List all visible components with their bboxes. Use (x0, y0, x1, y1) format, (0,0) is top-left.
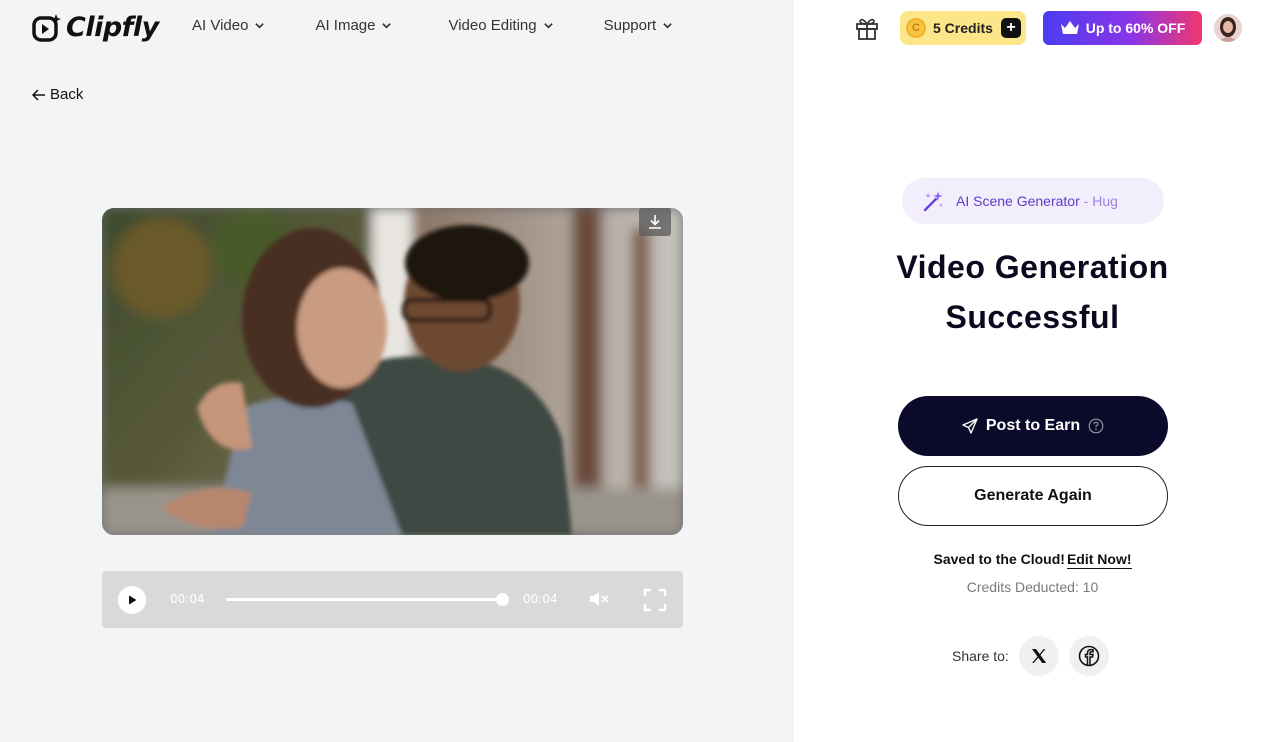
nav-item-label: Support (603, 17, 657, 34)
tag-separator: - (1083, 193, 1089, 209)
share-label: Share to: (952, 648, 1009, 664)
seek-bar[interactable] (226, 593, 509, 606)
fullscreen-icon[interactable] (643, 588, 667, 612)
nav-item-label: Video Editing (448, 17, 537, 34)
credits-badge[interactable]: C 5 Credits + (900, 11, 1026, 45)
download-icon (649, 215, 661, 229)
nav-item-ai-video[interactable]: AI Video (192, 17, 265, 34)
share-facebook-button[interactable] (1068, 636, 1109, 676)
post-to-earn-button[interactable]: Post to Earn (898, 396, 1168, 456)
edit-now-link[interactable]: Edit Now! (1066, 551, 1132, 569)
chevron-down-icon (543, 23, 553, 29)
help-icon[interactable] (1088, 418, 1104, 434)
mute-icon[interactable] (588, 589, 610, 609)
generator-tag: AI Scene Generator - Hug (902, 178, 1164, 224)
crown-icon (1060, 21, 1079, 34)
share-x-button[interactable] (1018, 636, 1059, 676)
nav-item-label: AI Video (192, 17, 249, 34)
nav-item-label: AI Image (315, 17, 376, 34)
tag-name: AI Scene Generator (956, 193, 1080, 209)
share-row: Share to: (952, 636, 1109, 676)
saved-status: Saved to the Cloud! Edit Now! (794, 551, 1264, 569)
title-line-2: Successful (945, 299, 1120, 335)
current-time: 00:04 (170, 592, 205, 606)
chevron-down-icon (663, 23, 672, 29)
post-to-earn-label: Post to Earn (985, 417, 1081, 434)
avatar[interactable] (1214, 14, 1242, 42)
generate-again-label: Generate Again (974, 487, 1092, 504)
duration: 00:04 (523, 592, 558, 606)
magic-wand-icon (923, 191, 943, 212)
clipfly-logo[interactable]: Clipfly (32, 12, 159, 43)
chevron-down-icon (255, 23, 265, 29)
back-label: Back (50, 86, 84, 103)
tag-text: AI Scene Generator - Hug (956, 193, 1118, 209)
result-panel: C 5 Credits + Up to 60% OFF AI Scene Gen… (794, 0, 1264, 742)
tag-scene: Hug (1092, 193, 1118, 209)
coin-icon: C (906, 18, 926, 38)
seek-thumb[interactable] (496, 593, 509, 606)
gift-icon[interactable] (854, 15, 880, 41)
generate-again-button[interactable]: Generate Again (898, 466, 1168, 526)
preview-pane: Clipfly AI Video AI Image Video Editing … (0, 0, 794, 742)
facebook-icon (1078, 645, 1100, 667)
play-icon (129, 595, 137, 605)
promo-button[interactable]: Up to 60% OFF (1043, 11, 1202, 45)
logo-text: Clipfly (66, 12, 159, 43)
send-icon (962, 418, 978, 434)
seek-bar-fill (226, 598, 502, 601)
add-credits-button[interactable]: + (1001, 18, 1021, 38)
chevron-down-icon (382, 23, 392, 29)
x-twitter-icon (1031, 649, 1047, 663)
play-button[interactable] (118, 586, 146, 614)
arrow-left-icon (32, 88, 45, 101)
video-controls: 00:04 00:04 (102, 571, 683, 628)
back-link[interactable]: Back (32, 86, 83, 103)
page-title: Video Generation Successful (794, 242, 1264, 342)
video-frame-image (102, 208, 683, 535)
promo-label: Up to 60% OFF (1085, 20, 1186, 36)
download-button[interactable] (639, 208, 671, 236)
credits-label: 5 Credits (933, 20, 993, 36)
main-nav: AI Video AI Image Video Editing Support (192, 17, 673, 34)
title-line-1: Video Generation (896, 249, 1169, 285)
video-preview[interactable] (102, 208, 683, 535)
clipfly-logo-icon (32, 13, 62, 43)
saved-text: Saved to the Cloud! (933, 551, 1065, 567)
nav-item-video-editing[interactable]: Video Editing (448, 17, 553, 34)
nav-item-ai-image[interactable]: AI Image (315, 17, 392, 34)
nav-item-support[interactable]: Support (604, 17, 674, 34)
credits-deducted: Credits Deducted: 10 (966, 579, 1099, 595)
user-avatar-image (1214, 14, 1242, 42)
